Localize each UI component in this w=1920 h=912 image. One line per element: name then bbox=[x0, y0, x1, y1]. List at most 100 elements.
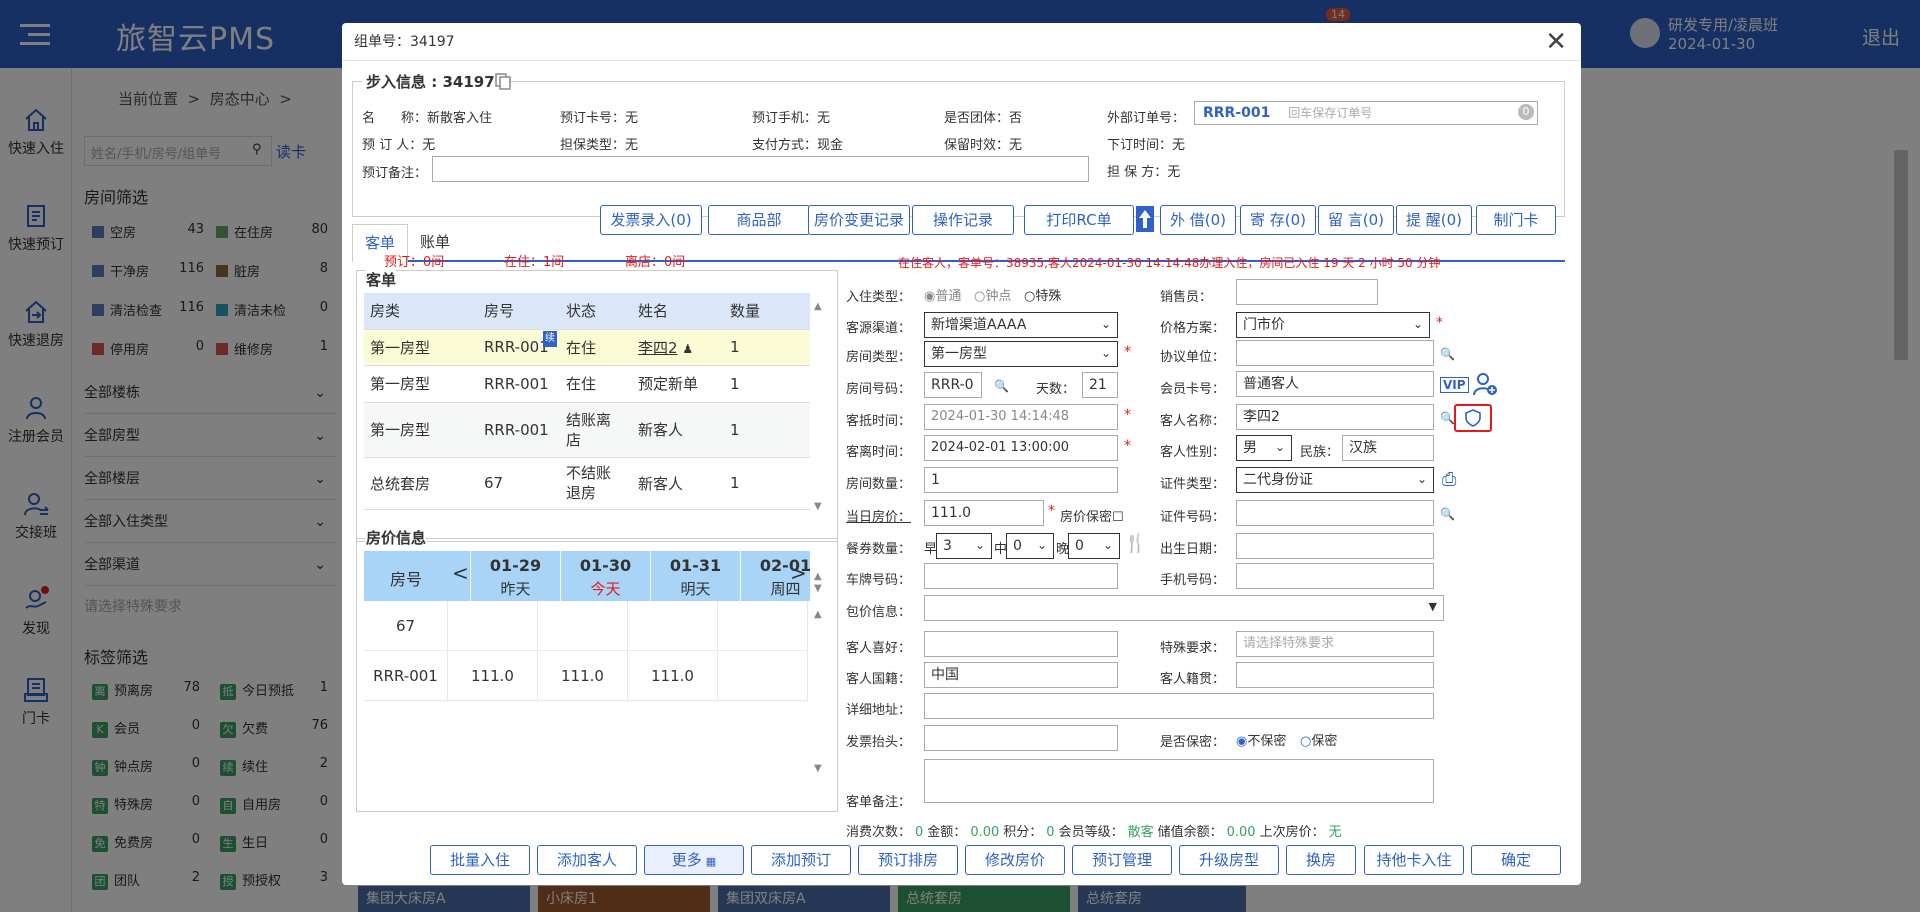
arrive-label: 客抵时间： bbox=[846, 414, 912, 429]
footer-button[interactable]: 添加客人 bbox=[537, 845, 637, 875]
price-cell[interactable]: 111.0 bbox=[538, 651, 628, 701]
action-button[interactable]: 操作记录 bbox=[912, 205, 1014, 235]
checkin-type-radio[interactable]: ○特殊 bbox=[1024, 285, 1061, 304]
gender-select[interactable]: 男 ⌄ bbox=[1236, 435, 1292, 461]
shield-icon[interactable] bbox=[1454, 404, 1492, 432]
dinner-select[interactable]: 0 ⌄ bbox=[1068, 533, 1120, 559]
agreement-input[interactable] bbox=[1236, 340, 1434, 366]
plate-label: 车牌号码： bbox=[846, 573, 912, 588]
breakfast-select[interactable]: 3 ⌄ bbox=[936, 533, 992, 559]
action-button[interactable]: 打印RC单 bbox=[1024, 205, 1134, 235]
booking-remark-input[interactable] bbox=[432, 156, 1089, 182]
origin-input[interactable] bbox=[1236, 662, 1434, 688]
radio-icon: ○ bbox=[974, 289, 986, 304]
day-price-input[interactable]: 111.0 bbox=[924, 500, 1044, 526]
footer-button[interactable]: 更多 ▦ bbox=[644, 845, 744, 875]
price-plan-select[interactable]: 门市价 ⌄ bbox=[1236, 312, 1430, 338]
footer-button[interactable]: 添加预订 bbox=[751, 845, 851, 875]
upload-icon[interactable] bbox=[1136, 206, 1154, 232]
depart-time-input[interactable]: 2024-02-01 13:00:00 bbox=[924, 435, 1118, 461]
price-cell[interactable] bbox=[628, 601, 718, 651]
prev-date-button[interactable]: < bbox=[452, 561, 469, 585]
member-input[interactable]: 普通客人 bbox=[1236, 371, 1434, 397]
search-icon[interactable]: 🔍 bbox=[1440, 411, 1455, 425]
lunch-select[interactable]: 0 ⌄ bbox=[1006, 533, 1054, 559]
arrive-time-input[interactable]: 2024-01-30 14:14:48 bbox=[924, 404, 1118, 430]
scroll-up-icon[interactable]: ▲ bbox=[814, 301, 822, 312]
scroll-down-icon[interactable]: ▼ bbox=[814, 583, 822, 594]
secret-radio[interactable]: ○保密 bbox=[1300, 730, 1337, 749]
add-member-icon[interactable] bbox=[1472, 371, 1498, 397]
hobby-input[interactable] bbox=[924, 631, 1118, 657]
invoice-input[interactable] bbox=[924, 725, 1118, 751]
action-button[interactable]: 留 言(0) bbox=[1318, 205, 1394, 235]
price-cell[interactable]: 111.0 bbox=[448, 651, 538, 701]
checkin-type-radio[interactable]: ◉普通 bbox=[924, 285, 961, 304]
table-row[interactable]: 第一房型 RRR-001 结账离店 新客人 1 bbox=[364, 402, 810, 458]
footer-button[interactable]: 修改房价 bbox=[965, 845, 1065, 875]
action-button[interactable]: 寄 存(0) bbox=[1240, 205, 1316, 235]
action-button[interactable]: 房价变更记录 bbox=[808, 205, 910, 235]
action-button[interactable]: 制门卡 bbox=[1476, 205, 1556, 235]
scroll-up-icon[interactable]: ▲ bbox=[814, 571, 822, 582]
scroll-up-icon[interactable]: ▲ bbox=[814, 609, 822, 620]
price-secret-checkbox[interactable]: 房价保密☐ bbox=[1060, 506, 1124, 525]
package-select[interactable]: ▼ bbox=[924, 595, 1444, 621]
price-cell[interactable] bbox=[448, 601, 538, 651]
footer-button[interactable]: 升级房型 bbox=[1179, 845, 1279, 875]
price-cell[interactable] bbox=[718, 651, 808, 701]
table-row[interactable]: 总统套房 67 不结账退房 新客人 1 bbox=[364, 457, 810, 510]
secret-radio[interactable]: ◉不保密 bbox=[1236, 730, 1286, 749]
price-cell[interactable] bbox=[718, 601, 808, 651]
table-row[interactable]: 第一房型 RRR-001 在住 预定新单 1 bbox=[364, 365, 810, 403]
price-secret-label: 房价保密 bbox=[1060, 510, 1113, 525]
id-scan-icon[interactable]: ⎙ bbox=[1442, 469, 1456, 490]
footer-button[interactable]: 换房 bbox=[1286, 845, 1356, 875]
sales-input[interactable] bbox=[1236, 279, 1378, 305]
order-remark-textarea[interactable] bbox=[924, 759, 1434, 803]
action-button[interactable]: 商品部 bbox=[708, 205, 810, 235]
nation-input[interactable]: 中国 bbox=[924, 662, 1118, 688]
price-cell[interactable] bbox=[538, 601, 628, 651]
footer-button[interactable]: 持他卡入住 bbox=[1364, 845, 1464, 875]
special-input[interactable]: 请选择特殊要求 bbox=[1236, 631, 1434, 657]
guest-name-input[interactable]: 李四2 bbox=[1236, 404, 1434, 430]
search-icon[interactable]: 🔍 bbox=[1440, 507, 1455, 521]
footer-button[interactable]: 预订管理 bbox=[1072, 845, 1172, 875]
id-no-input[interactable] bbox=[1236, 500, 1434, 526]
select-value: 0 bbox=[1013, 538, 1022, 554]
search-icon[interactable]: 🔍 bbox=[994, 379, 1009, 393]
address-input[interactable] bbox=[924, 693, 1434, 719]
table-row[interactable]: 第一房型 RRR-001 在住 李四2 ♟ 1 bbox=[364, 329, 810, 366]
col-qty: 数量 bbox=[724, 293, 810, 330]
scroll-down-icon[interactable]: ▼ bbox=[814, 501, 822, 512]
copy-icon[interactable] bbox=[494, 72, 512, 90]
room-no-input[interactable]: RRR-0 bbox=[924, 372, 982, 398]
plate-input[interactable] bbox=[924, 563, 1118, 589]
checkin-type-radio[interactable]: ○钟点 bbox=[974, 285, 1011, 304]
cell: 在住 bbox=[560, 365, 632, 403]
footer-button[interactable]: 批量入住 bbox=[430, 845, 530, 875]
ethnic-input[interactable]: 汉族 bbox=[1342, 435, 1434, 461]
external-order-field[interactable]: RRR-001 回车保存订单号 bbox=[1194, 101, 1538, 125]
birth-input[interactable] bbox=[1236, 533, 1434, 559]
scroll-down-icon[interactable]: ▼ bbox=[814, 763, 822, 774]
date-column-header: 01-31 明天 bbox=[650, 551, 740, 601]
price-cell[interactable]: 111.0 bbox=[628, 651, 718, 701]
phone-input[interactable] bbox=[1236, 563, 1434, 589]
close-icon[interactable]: ✕ bbox=[1545, 29, 1567, 55]
cutlery-icon[interactable]: 🍴 bbox=[1124, 533, 1146, 554]
action-button[interactable]: 发票录入(0) bbox=[600, 205, 702, 235]
action-button[interactable]: 外 借(0) bbox=[1160, 205, 1236, 235]
footer-button[interactable]: 确定 bbox=[1471, 845, 1561, 875]
source-select[interactable]: 新增渠道AAAA ⌄ bbox=[924, 312, 1118, 338]
search-icon[interactable]: 🔍 bbox=[1440, 347, 1455, 361]
footer-button[interactable]: 预订排房 bbox=[858, 845, 958, 875]
action-button[interactable]: 提 醒(0) bbox=[1396, 205, 1472, 235]
guest-name-link[interactable]: 李四2 bbox=[638, 339, 678, 357]
id-type-select[interactable]: 二代身份证 ⌄ bbox=[1236, 467, 1434, 493]
room-qty-input[interactable]: 1 bbox=[924, 467, 1118, 493]
days-input[interactable]: 21 bbox=[1082, 372, 1118, 398]
date-column-header: 01-29 昨天 bbox=[470, 551, 560, 601]
room-type-select[interactable]: 第一房型 ⌄ bbox=[924, 341, 1118, 367]
